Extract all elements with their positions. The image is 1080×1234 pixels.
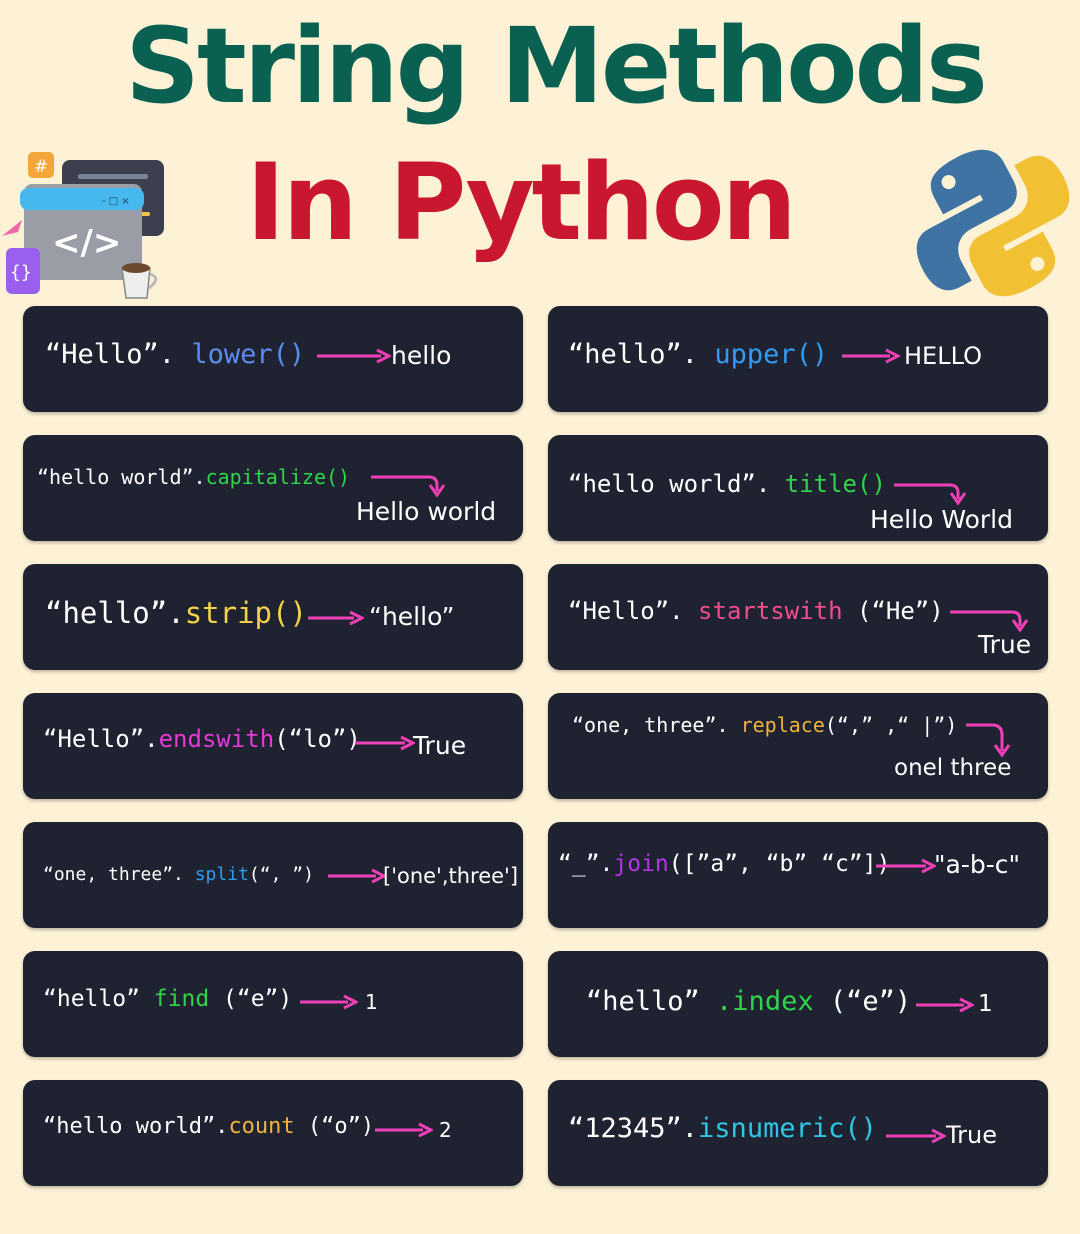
method-args: (“e”) xyxy=(209,986,293,1012)
code-string: “hello world”. xyxy=(568,470,785,498)
card-join: “_”.join([”a”, “b” “c”]) "a-b-c" xyxy=(548,822,1048,928)
method-name: join xyxy=(613,851,669,877)
page-title-line-1: String Methods xyxy=(125,5,988,127)
method-name: count xyxy=(228,1114,295,1139)
result-text: 1 xyxy=(978,991,993,1017)
card-replace: “one, three”. replace(“,” ,“ |”) onel th… xyxy=(548,693,1048,799)
arrow-icon xyxy=(300,994,358,1010)
result-text: onel three xyxy=(894,755,1012,781)
code-window-illustration: - □ × </> # {} xyxy=(2,152,164,299)
result-text: “hello” xyxy=(369,602,455,631)
arrow-icon xyxy=(916,997,974,1013)
method-args: (“,” ,“ |”) xyxy=(824,713,958,737)
code-string: “hello world”. xyxy=(37,465,206,489)
code-string: “hello” xyxy=(586,986,717,1017)
card-endswith: “Hello”.endswith(“lo”) True xyxy=(23,693,523,799)
arrow-icon xyxy=(308,610,364,626)
card-count: “hello world”.count (“o”) 2 xyxy=(23,1080,523,1186)
arrow-icon xyxy=(886,1128,946,1144)
braces-badge-icon: {} xyxy=(10,262,32,283)
result-text: True xyxy=(946,1121,997,1149)
result-text: True xyxy=(978,630,1032,659)
result-text: HELLO xyxy=(904,342,982,370)
method-name: .index xyxy=(716,986,814,1017)
code-string: “hello” xyxy=(43,986,154,1012)
method-name: replace xyxy=(740,713,825,737)
card-lower: “Hello”. lower() hello xyxy=(23,306,523,412)
result-text: True xyxy=(413,731,467,760)
card-capitalize: “hello world”.capitalize() Hello world xyxy=(23,435,523,541)
method-args: (“o”) xyxy=(294,1114,375,1139)
arrow-icon xyxy=(876,858,936,874)
result-text: hello xyxy=(391,341,452,370)
code-string: “Hello”. xyxy=(568,597,699,625)
method-name: isnumeric() xyxy=(698,1113,877,1144)
card-title: “hello world”. title() Hello World xyxy=(548,435,1048,541)
card-strip: “hello”.strip() “hello” xyxy=(23,564,523,670)
window-controls: - □ × xyxy=(102,196,130,207)
method-args: ([”a”, “b” “c”]) xyxy=(668,851,891,877)
method-name: lower() xyxy=(191,339,306,370)
coffee-mug-icon xyxy=(121,263,158,299)
result-text: 1 xyxy=(365,990,378,1014)
method-name: endswith xyxy=(158,725,275,753)
method-name: title() xyxy=(784,470,886,498)
method-name: strip() xyxy=(184,596,307,630)
code-string: “Hello”. xyxy=(43,725,159,753)
card-startswith: “Hello”. startswith (“He”) True xyxy=(548,564,1048,670)
method-name: split xyxy=(194,864,249,885)
code-string: “hello”. xyxy=(45,596,185,630)
code-string: “_”. xyxy=(558,851,614,877)
card-index: “hello” .index (“e”) 1 xyxy=(548,951,1048,1057)
code-string: “hello world”. xyxy=(43,1114,229,1139)
code-string: “hello”. xyxy=(568,339,715,370)
method-args: (“lo”) xyxy=(274,725,361,753)
arrow-icon xyxy=(328,868,386,884)
card-split: “one, three”. split(“, ”) ['one',three'] xyxy=(23,822,523,928)
code-string: “Hello”. xyxy=(45,339,192,370)
method-name: find xyxy=(153,986,210,1012)
hash-badge-icon: # xyxy=(34,157,48,177)
arrow-icon xyxy=(355,735,415,751)
card-upper: “hello”. upper() HELLO xyxy=(548,306,1048,412)
card-isnumeric: “12345”.isnumeric() True xyxy=(548,1080,1048,1186)
code-string: “one, three”. xyxy=(572,713,741,737)
cursor-arrow-icon xyxy=(2,220,22,236)
result-text: 2 xyxy=(439,1118,452,1142)
arrow-icon xyxy=(375,1122,433,1138)
result-text: Hello World xyxy=(870,505,1013,534)
code-string: “one, three”. xyxy=(43,864,195,885)
result-text: ['one',three'] xyxy=(383,864,519,888)
arrow-icon xyxy=(371,475,445,498)
method-args: (“, ”) xyxy=(248,864,314,885)
arrow-icon xyxy=(842,348,900,364)
method-name: startswith xyxy=(698,597,843,625)
result-text: Hello world xyxy=(356,497,497,526)
code-string: “12345”. xyxy=(568,1113,699,1144)
code-symbol-icon: </> xyxy=(52,223,121,263)
python-logo-icon xyxy=(916,149,1070,297)
arrow-icon xyxy=(317,348,391,364)
method-name: capitalize() xyxy=(205,465,351,489)
arrow-icon xyxy=(894,483,967,506)
card-find: “hello” find (“e”) 1 xyxy=(23,951,523,1057)
method-args: (“e”) xyxy=(813,986,912,1017)
method-name: upper() xyxy=(714,339,829,370)
result-text: "a-b-c" xyxy=(934,850,1020,879)
method-args: (“He”) xyxy=(842,597,944,625)
